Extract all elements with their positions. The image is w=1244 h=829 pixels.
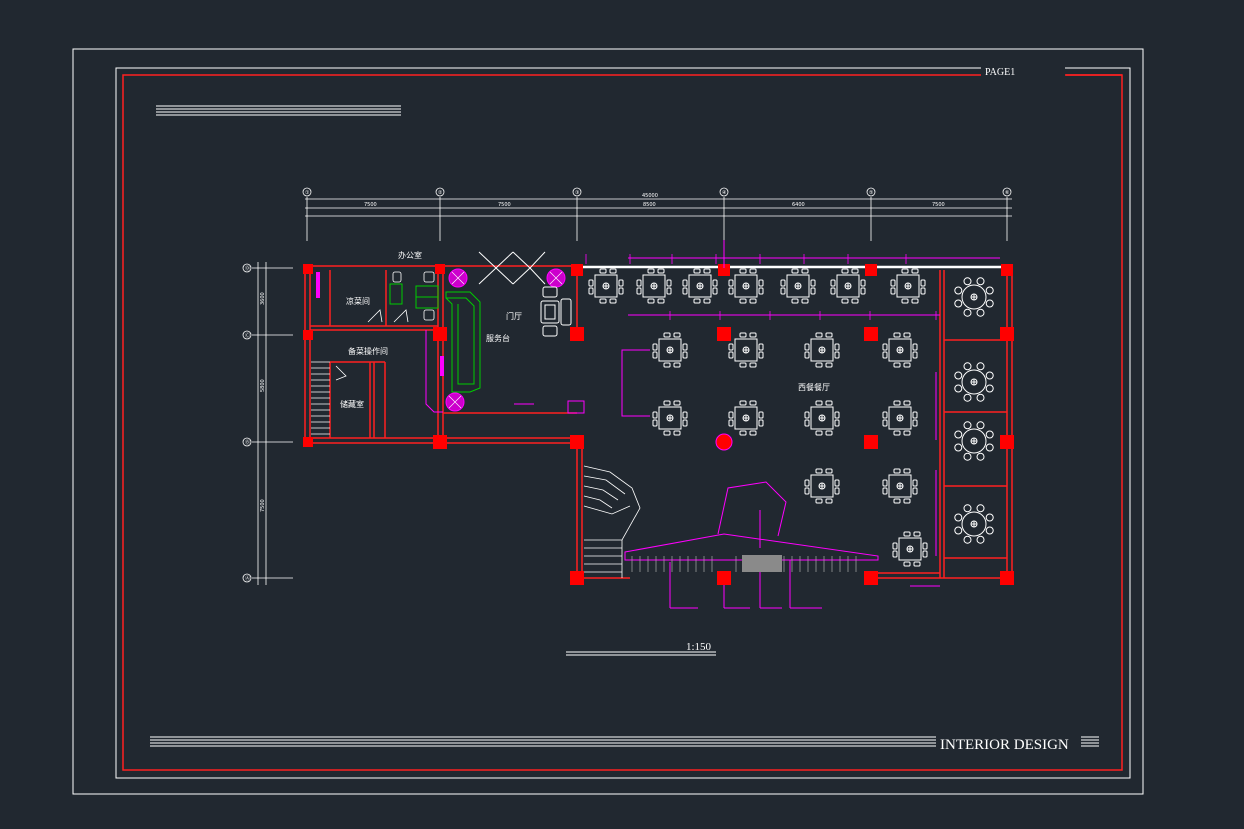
room-label-cold-dish: 凉菜间 [346, 296, 370, 306]
entrance-doors [478, 251, 546, 285]
dimension-span: 7500 [364, 202, 377, 208]
axis-label-left: Ⓓ [245, 265, 250, 272]
axis-label-top: ② [438, 190, 443, 196]
square-table [804, 332, 840, 368]
square-table [804, 468, 840, 504]
room-label-dining-hall: 西餐餐厅 [798, 383, 830, 392]
round-table [954, 421, 994, 461]
round-table [954, 277, 994, 317]
room-label-office: 办公室 [398, 250, 422, 260]
square-table [780, 268, 816, 304]
scale-label: 1:150 [686, 641, 712, 653]
square-table [652, 400, 688, 436]
round-table [954, 362, 994, 402]
square-table [728, 332, 764, 368]
round-column [715, 433, 733, 451]
axis-label-left: Ⓑ [245, 439, 250, 446]
title-bar-lines [156, 105, 401, 116]
square-table [682, 268, 718, 304]
square-table [890, 268, 926, 304]
room-label-prep-room: 备菜操作间 [348, 346, 388, 356]
square-table [892, 531, 928, 567]
dimension-span: 3600 [260, 292, 266, 305]
axis-label-left: Ⓒ [245, 332, 250, 339]
axis-label-top: ① [305, 190, 310, 196]
axis-label-left: Ⓐ [245, 575, 250, 582]
footer-title: INTERIOR DESIGN [940, 737, 1069, 753]
square-table [830, 268, 866, 304]
dimension-span: 7500 [498, 202, 511, 208]
red-frame [122, 74, 1123, 771]
round-tables [954, 277, 994, 544]
outer-frame [72, 48, 1144, 795]
square-table [882, 332, 918, 368]
room-label-lobby: 门厅 [506, 311, 522, 321]
square-table [728, 268, 764, 304]
round-table [954, 504, 994, 544]
dining-tables [588, 268, 928, 567]
axis-label-top: ③ [575, 190, 579, 196]
floor-plan-drawing: PAGE1 INTERIOR DESIGN 1:150 ① ② ③ ④ ⑤ ⑥ … [72, 48, 1144, 795]
axis-label-top: ④ [722, 190, 727, 196]
dimension-span: 7500 [932, 202, 945, 208]
page-label: PAGE1 [985, 67, 1015, 78]
dimension-ticks [585, 254, 937, 320]
square-table [882, 468, 918, 504]
left-dimension-lines [242, 262, 293, 585]
dimension-span: 5800 [260, 379, 266, 392]
bar-counter-block [742, 555, 782, 572]
dimension-total: 45000 [642, 193, 658, 199]
dimension-span: 7500 [260, 499, 266, 512]
axis-label-top: ⑥ [1005, 190, 1010, 196]
square-table [728, 400, 764, 436]
square-table [588, 268, 624, 304]
stairs [311, 361, 641, 578]
square-table [636, 268, 672, 304]
wall-accents [316, 272, 585, 414]
square-table [882, 400, 918, 436]
dimension-span: 8500 [643, 202, 656, 208]
room-label-service-counter: 服务台 [486, 333, 510, 343]
room-label-storage: 储藏室 [340, 399, 364, 409]
axis-label-top: ⑤ [869, 190, 873, 196]
dimension-span: 6400 [792, 202, 805, 208]
square-table [804, 400, 840, 436]
lobby-sofa [540, 286, 572, 337]
square-table [652, 332, 688, 368]
